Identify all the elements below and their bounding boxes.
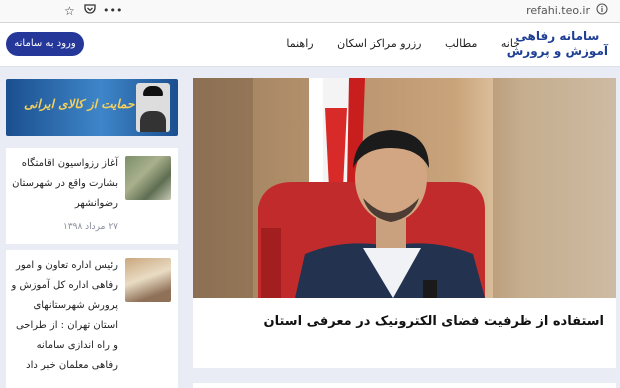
menu-item-articles[interactable]: مطالب bbox=[445, 37, 477, 50]
news-thumbnail bbox=[125, 258, 171, 302]
news-card[interactable]: رئیس اداره تعاون و امور رفاهی اداره کل آ… bbox=[6, 250, 178, 388]
menu-item-home[interactable]: خانه bbox=[501, 37, 520, 50]
featured-photo bbox=[193, 78, 616, 298]
login-button[interactable]: ورود به سامانه bbox=[6, 32, 84, 56]
featured-title[interactable]: استفاده از ظرفیت فضای الکترونیک در معرفی… bbox=[264, 314, 604, 329]
address-bar[interactable]: refahi.teo.ir bbox=[526, 4, 590, 17]
news-title[interactable]: رئیس اداره تعاون و امور رفاهی اداره کل آ… bbox=[10, 256, 118, 376]
featured-image[interactable] bbox=[193, 78, 616, 298]
featured-caption[interactable]: استفاده از ظرفیت فضای الکترونیک در معرفی… bbox=[193, 298, 616, 368]
info-icon[interactable] bbox=[596, 3, 608, 19]
news-title[interactable]: آغاز رزواسیون اقامتگاه بشارت واقع در شهر… bbox=[10, 154, 118, 214]
menu-item-help[interactable]: راهنما bbox=[286, 37, 313, 50]
site-navbar: سامانه رفاهی آموزش و پرورش خانه مطالب رز… bbox=[0, 23, 620, 67]
leader-portrait bbox=[136, 83, 170, 132]
pocket-icon[interactable] bbox=[84, 3, 96, 19]
more-options-icon[interactable]: ••• bbox=[103, 3, 122, 19]
news-thumbnail bbox=[125, 156, 171, 200]
next-news-card bbox=[193, 383, 616, 388]
news-card[interactable]: آغاز رزواسیون اقامتگاه بشارت واقع در شهر… bbox=[6, 148, 178, 244]
slogan-banner[interactable]: سال حمایت از کالای ایرانی bbox=[6, 79, 178, 136]
site-logo[interactable]: سامانه رفاهی آموزش و پرورش bbox=[507, 29, 608, 59]
main-menu: خانه مطالب رزرو مراکز اسکان راهنما bbox=[266, 37, 520, 50]
logo-line-1: سامانه رفاهی bbox=[515, 29, 600, 43]
logo-line-2: آموزش و پرورش bbox=[506, 44, 608, 58]
star-icon[interactable]: ☆ bbox=[64, 3, 75, 19]
menu-item-reserve[interactable]: رزرو مراکز اسکان bbox=[337, 37, 421, 50]
news-date: ۲۷ مرداد ۱۳۹۸ bbox=[62, 222, 118, 232]
browser-toolbar: ☆ ••• refahi.teo.ir bbox=[0, 0, 620, 23]
